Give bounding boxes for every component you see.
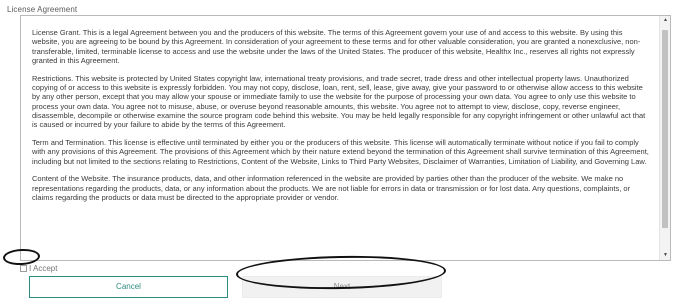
accept-label[interactable]: I Accept bbox=[29, 264, 57, 273]
paragraph-content-of-website: Content of the Website. The insurance pr… bbox=[32, 174, 631, 202]
cancel-button[interactable]: Cancel bbox=[29, 276, 228, 298]
accept-checkbox[interactable] bbox=[20, 264, 27, 272]
vertical-scrollbar[interactable]: ▲ ▼ bbox=[659, 16, 670, 260]
scroll-down-arrow-icon[interactable]: ▼ bbox=[660, 251, 670, 260]
scroll-thumb[interactable] bbox=[662, 30, 668, 228]
agreement-text: License Grant. This is a legal Agreement… bbox=[21, 16, 659, 260]
paragraph-restrictions: Restrictions. This website is protected … bbox=[32, 73, 646, 130]
paragraph-term-termination: Term and Termination. This license is ef… bbox=[32, 137, 649, 166]
scroll-up-arrow-icon[interactable]: ▲ bbox=[660, 16, 670, 25]
paragraph-license-grant: License Grant. This is a legal Agreement… bbox=[32, 28, 641, 65]
agreement-textbox[interactable]: License Grant. This is a legal Agreement… bbox=[20, 15, 671, 261]
section-title: License Agreement bbox=[7, 5, 78, 14]
